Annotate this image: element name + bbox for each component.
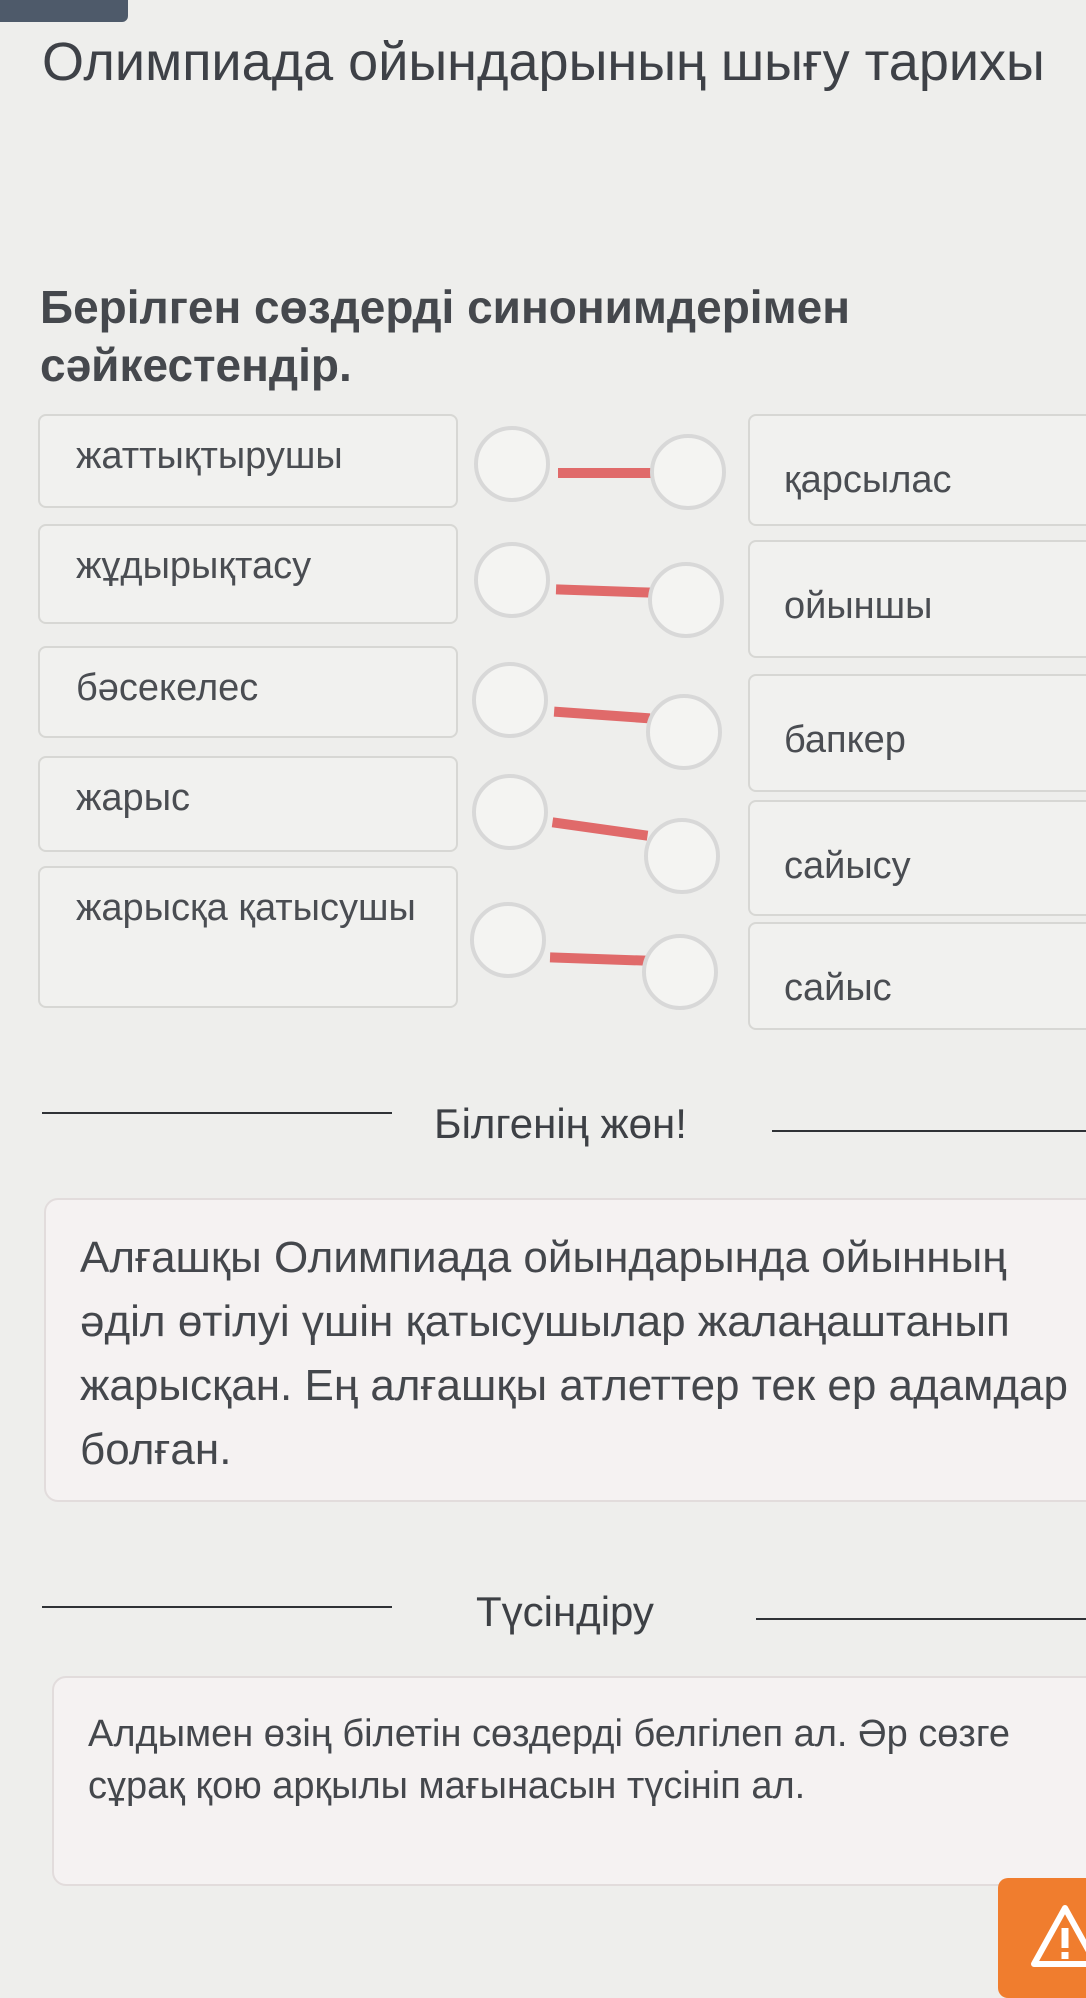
right-connector-circle[interactable] [642,934,718,1010]
left-connector-circle[interactable] [474,426,550,502]
right-connector-circle[interactable] [646,694,722,770]
left-item-label: бәсекелес [76,667,259,709]
left-connector-circle[interactable] [472,774,548,850]
left-item-card[interactable]: жұдырықтасу [38,524,458,624]
did-you-know-text: Алғашқы Олимпиада ойындарында ойынның әд… [80,1233,1069,1474]
connector-link[interactable] [553,706,651,724]
right-item-label: сайысу [784,845,911,887]
right-connector-circle[interactable] [644,818,720,894]
section-divider-line [42,1606,392,1608]
connector-link[interactable] [555,584,653,598]
right-item-card[interactable]: сайыс [748,922,1086,1030]
right-connector-circle[interactable] [650,434,726,510]
section-divider-line [756,1618,1086,1620]
warning-icon [1031,1905,1086,1967]
right-connector-circle[interactable] [648,562,724,638]
left-connector-circle[interactable] [472,662,548,738]
left-item-card[interactable]: жарыс [38,756,458,852]
right-item-card[interactable]: бапкер [748,674,1086,792]
connector-link[interactable] [551,817,649,841]
right-item-card[interactable]: қарсылас [748,414,1086,526]
matching-connectors [470,426,726,1010]
report-button[interactable] [998,1878,1086,1998]
explanation-box: Алдымен өзің білетін сөздерді белгілеп а… [52,1676,1086,1886]
top-tab[interactable] [0,0,128,22]
left-item-label: жарыс [76,777,190,819]
left-item-label: жұдырықтасу [76,545,312,587]
left-item-card[interactable]: жарысқа қатысушы [38,866,458,1008]
left-item-label: жаттықтырушы [76,435,343,477]
page-title: Олимпиада ойындарының шығу тарихы [42,32,1045,92]
explanation-text: Алдымен өзің білетін сөздерді белгілеп а… [88,1713,1011,1807]
explanation-heading: Түсіндіру [476,1588,654,1635]
task-prompt: Берілген сөздерді синонимдерімен сәйкест… [40,281,850,391]
left-item-card[interactable]: бәсекелес [38,646,458,738]
section-divider-line [772,1130,1086,1132]
right-item-label: ойыншы [784,585,933,627]
left-item-label: жарысқа қатысушы [76,887,416,929]
right-item-label: сайыс [784,967,892,1009]
did-you-know-box: Алғашқы Олимпиада ойындарында ойынның әд… [44,1198,1086,1502]
connector-link[interactable] [549,952,647,966]
right-item-label: қарсылас [784,459,952,501]
section-divider-line [42,1112,392,1114]
right-item-card[interactable]: ойыншы [748,540,1086,658]
left-connector-circle[interactable] [470,902,546,978]
connector-link[interactable] [558,468,652,478]
left-item-card[interactable]: жаттықтырушы [38,414,458,508]
right-item-label: бапкер [784,719,906,761]
left-connector-circle[interactable] [474,542,550,618]
right-item-card[interactable]: сайысу [748,800,1086,916]
did-you-know-heading: Білгенің жөн! [434,1100,687,1147]
